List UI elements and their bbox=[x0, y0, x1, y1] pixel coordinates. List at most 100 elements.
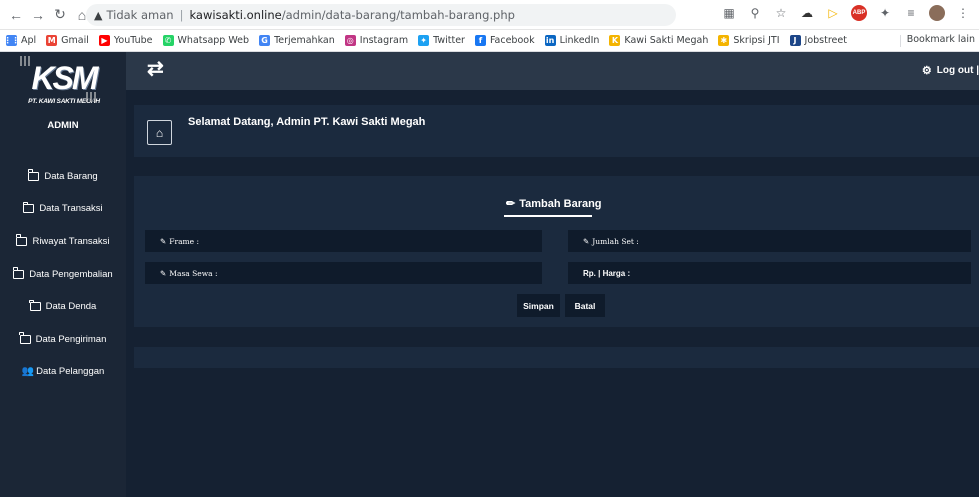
save-button[interactable]: Simpan bbox=[517, 294, 560, 317]
bookmark-linkedin[interactable]: in LinkedIn bbox=[544, 35, 600, 46]
zoom-icon[interactable]: ⚲ bbox=[747, 5, 763, 21]
apps-grid-icon: ⋮⋮ bbox=[3, 35, 20, 46]
bookmark-star-icon[interactable]: ☆ bbox=[773, 5, 789, 21]
bookmark-label: Facebook bbox=[489, 35, 535, 46]
sidebar-item-label: Riwayat Transaksi bbox=[32, 235, 110, 247]
logo-text: KSM bbox=[31, 60, 98, 96]
bookmark-skripsi-jti[interactable]: ✱ Skripsi JTI bbox=[718, 35, 780, 46]
adblock-extension-icon[interactable]: ABP bbox=[851, 5, 867, 21]
bookmark-label: YouTube bbox=[113, 35, 153, 46]
cancel-button[interactable]: Batal bbox=[565, 294, 605, 317]
sidebar-item-label: Data Pelanggan bbox=[36, 366, 105, 378]
reading-list-icon[interactable]: ≡ bbox=[903, 5, 919, 21]
frame-placeholder: Frame : bbox=[169, 236, 200, 246]
folder-icon bbox=[12, 267, 25, 279]
linkedin-icon: in bbox=[544, 35, 556, 46]
bookmark-apl[interactable]: ⋮⋮ Apl bbox=[3, 35, 37, 46]
bookmark-label: Gmail bbox=[61, 35, 89, 46]
ksm-icon: K bbox=[609, 35, 621, 46]
bookmark-label: Apl bbox=[21, 35, 37, 46]
folder-icon bbox=[23, 201, 35, 214]
sidebar-item-data-transaksi[interactable]: Data Transaksi bbox=[0, 193, 126, 226]
chrome-menu-icon[interactable]: ⋮ bbox=[955, 5, 971, 21]
folder-icon bbox=[28, 169, 40, 181]
reload-icon[interactable]: ↻ bbox=[50, 5, 70, 25]
other-bookmarks[interactable]: Bookmark lain bbox=[907, 34, 975, 45]
logout-label: Log out | bbox=[936, 65, 979, 76]
url-domain: kawisakti.online bbox=[189, 8, 282, 22]
sidebar-toggle-icon[interactable]: ⇄ bbox=[147, 59, 164, 79]
footer-strip bbox=[134, 347, 979, 368]
home-icon[interactable]: ⌂ bbox=[147, 120, 172, 145]
bookmark-facebook[interactable]: f Facebook bbox=[474, 35, 535, 46]
browser-toolbar: ← → ↻ ⌂ ▲ Tidak aman | kawisakti.online /… bbox=[0, 0, 979, 30]
bookmark-youtube[interactable]: ▶ YouTube bbox=[98, 35, 153, 46]
masa-sewa-placeholder: Masa Sewa : bbox=[169, 268, 218, 278]
translate-page-icon[interactable]: ▦ bbox=[721, 5, 737, 21]
gmail-icon: M bbox=[46, 35, 58, 46]
frame-field[interactable]: ✎ Frame : bbox=[145, 230, 542, 252]
security-warning-text: Tidak aman bbox=[106, 8, 174, 22]
cloud-extension-icon[interactable]: ☁ bbox=[799, 5, 815, 21]
folder-icon bbox=[19, 332, 31, 344]
sidebar-item-data-denda[interactable]: Data Denda bbox=[0, 290, 126, 323]
admin-label: ADMIN bbox=[47, 120, 79, 131]
sidebar-item-label: Data Denda bbox=[45, 301, 97, 313]
star-icon: ✱ bbox=[718, 35, 730, 46]
harga-field[interactable]: Rp. | Harga : bbox=[568, 262, 971, 284]
instagram-icon: ◎ bbox=[344, 35, 356, 46]
facebook-icon: f bbox=[474, 35, 486, 46]
address-separator: | bbox=[179, 8, 184, 22]
other-bookmarks-label: Bookmark lain bbox=[906, 34, 975, 45]
sidebar-item-label: Data Transaksi bbox=[39, 203, 103, 215]
logo-pattern bbox=[86, 92, 96, 102]
masa-sewa-field[interactable]: ✎ Masa Sewa : bbox=[145, 262, 542, 284]
youtube-icon: ▶ bbox=[98, 35, 110, 46]
twitter-icon: ✦ bbox=[418, 35, 430, 46]
play-extension-icon[interactable]: ▷ bbox=[825, 5, 841, 21]
bookmark-kawi-sakti-megah[interactable]: K Kawi Sakti Megah bbox=[609, 35, 708, 46]
form-title: ✏ Tambah Barang bbox=[506, 197, 602, 211]
sidebar-item-data-pengiriman[interactable]: Data Pengiriman bbox=[0, 323, 126, 356]
extensions-area: ▦ ⚲ ☆ ☁ ▷ ABP ✦ ≡ ⋮ bbox=[721, 5, 971, 21]
jumlah-set-placeholder: Jumlah Set : bbox=[592, 236, 639, 246]
bookmark-instagram[interactable]: ◎ Instagram bbox=[344, 35, 409, 46]
logout-button[interactable]: ⚙ Log out | bbox=[922, 64, 979, 77]
admin-app: KSM PT. KAWI SAKTI MEGAH ADMIN Data Bara… bbox=[0, 52, 979, 497]
profile-avatar[interactable] bbox=[929, 5, 945, 21]
folder-icon bbox=[29, 299, 41, 312]
puzzle-extensions-icon[interactable]: ✦ bbox=[877, 5, 893, 21]
top-navbar: ⇄ ⚙ Log out | bbox=[126, 52, 979, 90]
sidebar-item-label: Data Pengiriman bbox=[35, 333, 107, 345]
bookmark-gmail[interactable]: M Gmail bbox=[46, 35, 89, 46]
forward-arrow-icon[interactable]: → bbox=[28, 5, 48, 25]
company-logo[interactable]: KSM PT. KAWI SAKTI MEGAH bbox=[20, 56, 106, 110]
users-icon: 👥 bbox=[21, 366, 35, 378]
sidebar-item-data-pelanggan[interactable]: 👥 Data Pelanggan bbox=[0, 356, 126, 389]
bookmark-label: Whatsapp Web bbox=[177, 35, 250, 46]
harga-placeholder: Rp. | Harga : bbox=[583, 268, 631, 278]
add-item-form-card: ✏ Tambah Barang ✎ Frame : ✎ Jumlah Set :… bbox=[134, 176, 979, 327]
address-bar[interactable]: ▲ Tidak aman | kawisakti.online/admin/da… bbox=[86, 4, 676, 26]
jumlah-set-field[interactable]: ✎ Jumlah Set : bbox=[568, 230, 971, 252]
gear-icon: ⚙ bbox=[921, 65, 932, 77]
bookmarks-separator bbox=[900, 35, 901, 47]
sidebar-item-data-pengembalian[interactable]: Data Pengembalian bbox=[0, 258, 126, 291]
welcome-panel: ⌂ Selamat Datang, Admin PT. Kawi Sakti M… bbox=[134, 105, 979, 157]
bookmark-jobstreet[interactable]: J Jobstreet bbox=[789, 35, 847, 46]
sidebar-item-label: Data Pengembalian bbox=[29, 268, 113, 280]
bookmark-label: LinkedIn bbox=[559, 35, 600, 46]
logo-pattern bbox=[20, 56, 30, 66]
bookmark-terjemahkan[interactable]: G Terjemahkan bbox=[259, 35, 335, 46]
bookmark-label: Instagram bbox=[359, 35, 409, 46]
bookmark-label: Terjemahkan bbox=[274, 35, 335, 46]
translate-icon: G bbox=[259, 35, 271, 46]
sidebar-item-data-barang[interactable]: Data Barang bbox=[0, 160, 126, 193]
form-title-underline bbox=[504, 215, 592, 217]
bookmark-twitter[interactable]: ✦ Twitter bbox=[418, 35, 465, 46]
sidebar-item-riwayat-transaksi[interactable]: Riwayat Transaksi bbox=[0, 225, 126, 258]
main-content: ⇄ ⚙ Log out | ⌂ Selamat Datang, Admin PT… bbox=[126, 52, 979, 497]
back-arrow-icon[interactable]: ← bbox=[6, 5, 26, 25]
sidebar-menu: Data Barang Data Transaksi Riwayat Trans… bbox=[0, 160, 126, 388]
bookmark-whatsapp-web[interactable]: ✆ Whatsapp Web bbox=[162, 35, 250, 46]
